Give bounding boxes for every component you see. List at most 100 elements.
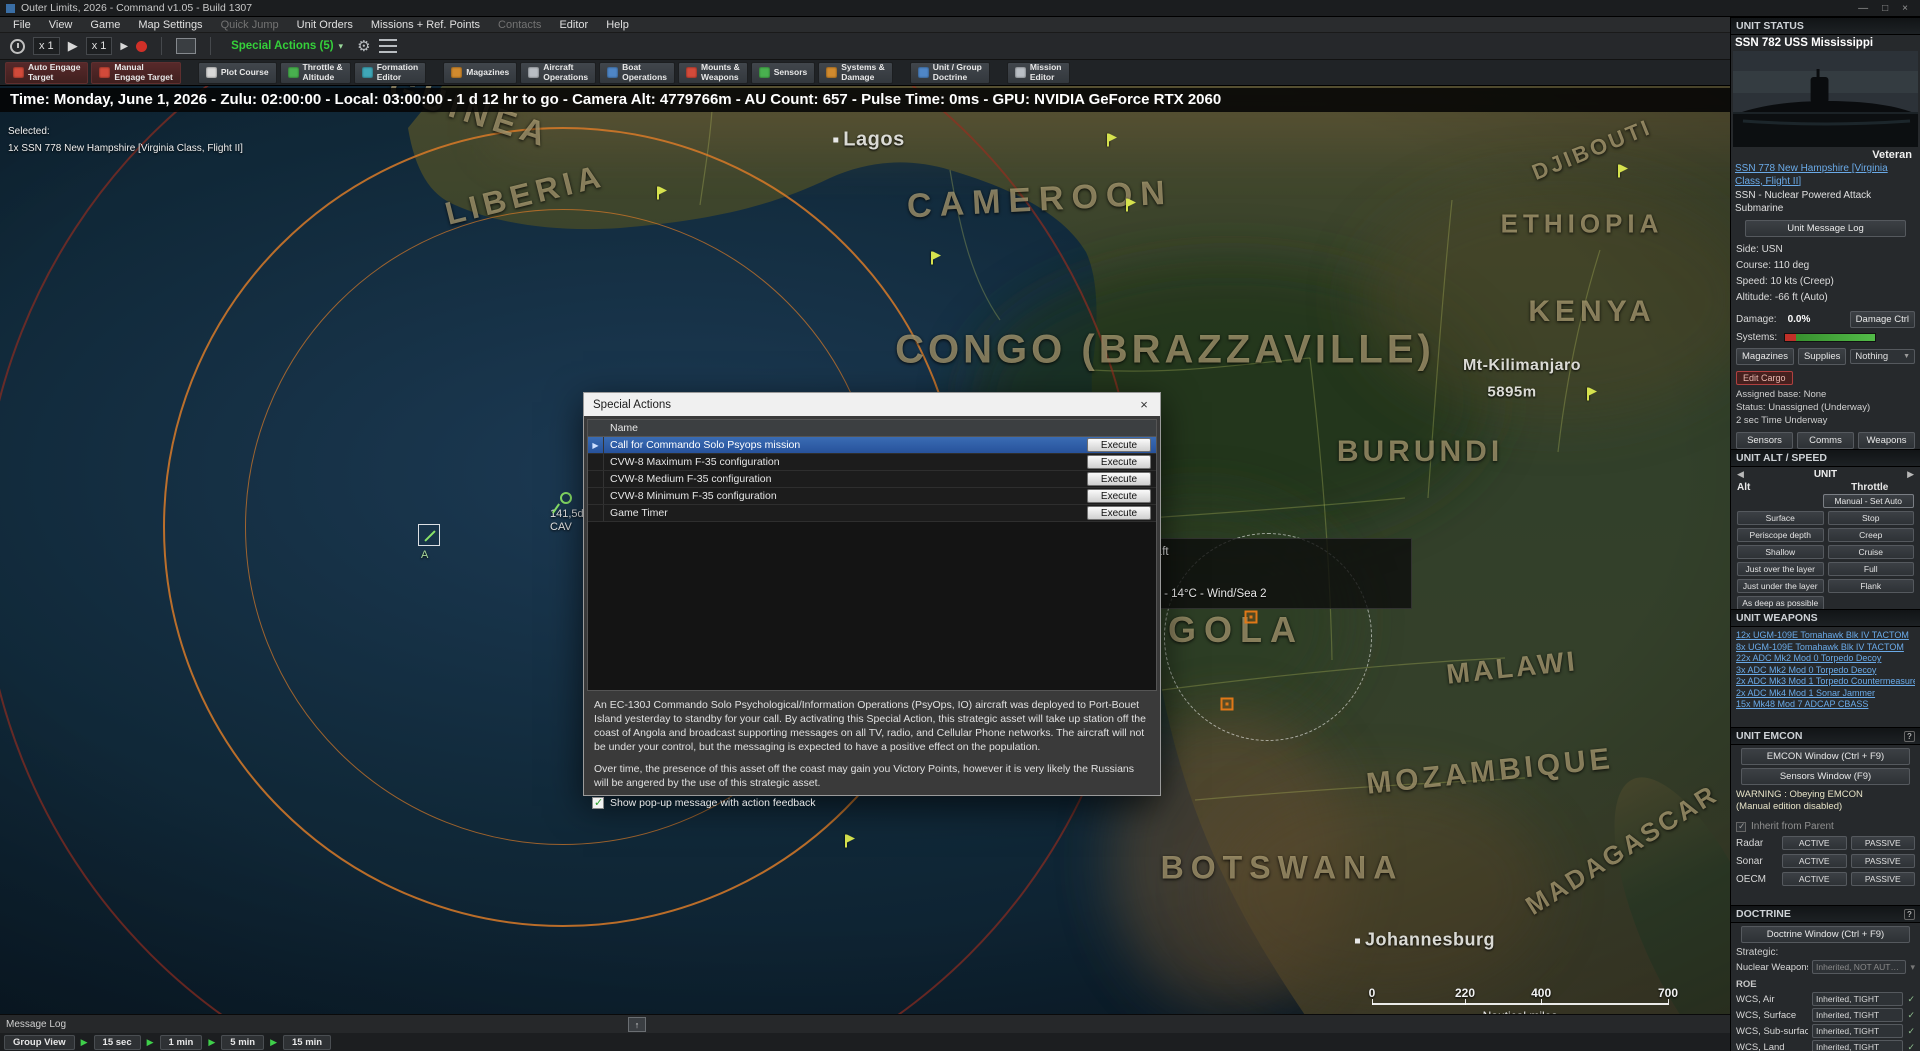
weapon-link[interactable]: 3x ADC Mk2 Mod 0 Torpedo Decoy (1736, 665, 1915, 677)
fast-forward-icon[interactable]: ▶ (120, 41, 128, 52)
play-icon[interactable]: ▶ (81, 1037, 88, 1048)
throttle-button-stop[interactable]: Stop (1828, 511, 1915, 525)
doctrine-value-dropdown[interactable]: Inherited, TIGHT (1812, 992, 1903, 1006)
speed-button-15-min[interactable]: 15 min (283, 1035, 331, 1050)
comms-button[interactable]: Comms (1797, 432, 1854, 449)
edit-cargo-button[interactable]: Edit Cargo (1736, 371, 1793, 385)
special-action-row[interactable]: ▶Call for Commando Solo Psyops missionEx… (588, 437, 1156, 454)
map-unit-flag-icon[interactable] (1587, 388, 1589, 401)
ribbon-unit-group-doctrine[interactable]: Unit / Group Doctrine (910, 62, 990, 84)
doctrine-value-dropdown[interactable]: Inherited, TIGHT (1812, 1024, 1903, 1038)
map-unit-flag-icon[interactable] (1107, 134, 1109, 147)
alt-button-just-under-the-layer[interactable]: Just under the layer (1737, 579, 1824, 593)
map-tool-icon[interactable] (176, 38, 196, 54)
map-unit-flag-icon[interactable] (931, 252, 933, 265)
menu-quick-jump[interactable]: Quick Jump (212, 17, 288, 33)
ribbon-auto-engage-target[interactable]: Auto Engage Target (5, 62, 88, 84)
special-action-row[interactable]: CVW-8 Minimum F-35 configurationExecute (588, 488, 1156, 505)
nuclear-weapons-dropdown[interactable]: Inherited, NOT AUTHORIZED (1812, 960, 1906, 974)
alt-button-shallow[interactable]: Shallow (1737, 545, 1824, 559)
speed-button-1-min[interactable]: 1 min (160, 1035, 203, 1050)
gear-icon[interactable]: ⚙ (357, 37, 370, 55)
maximize-button[interactable]: □ (1882, 3, 1888, 14)
ribbon-boat-operations[interactable]: Boat Operations (599, 62, 675, 84)
map-unit-ownship-icon[interactable]: A (418, 524, 440, 546)
speed-button-15-sec[interactable]: 15 sec (94, 1035, 141, 1050)
alt-button-as-deep-as-possible[interactable]: As deep as possible (1737, 596, 1824, 609)
special-action-row[interactable]: CVW-8 Medium F-35 configurationExecute (588, 471, 1156, 488)
ribbon-mission-editor[interactable]: Mission Editor (1007, 62, 1070, 84)
menu-missions-ref-points[interactable]: Missions + Ref. Points (362, 17, 489, 33)
execute-button[interactable]: Execute (1087, 506, 1151, 520)
execute-button[interactable]: Execute (1087, 455, 1151, 469)
time-compression-value[interactable]: x 1 (33, 37, 60, 55)
menu-editor[interactable]: Editor (550, 17, 597, 33)
ribbon-plot-course[interactable]: Plot Course (198, 62, 277, 84)
ribbon-manual-engage-target[interactable]: Manual Engage Target (91, 62, 180, 84)
doctrine-window-button[interactable]: Doctrine Window (Ctrl + F9) (1741, 926, 1910, 943)
weapon-link[interactable]: 2x ADC Mk4 Mod 1 Sonar Jammer (1736, 688, 1915, 700)
menu-view[interactable]: View (40, 17, 82, 33)
expand-log-arrow-icon[interactable]: ↑ (628, 1017, 646, 1032)
prev-arrow-icon[interactable]: ◀ (1737, 469, 1744, 480)
minimize-button[interactable]: — (1858, 3, 1868, 14)
ribbon-systems-damage[interactable]: Systems & Damage (818, 62, 892, 84)
weapon-link[interactable]: 22x ADC Mk2 Mod 0 Torpedo Decoy (1736, 653, 1915, 665)
map-unit-flag-icon[interactable] (1618, 165, 1620, 178)
play-icon[interactable]: ▶ (68, 38, 78, 54)
menu-contacts[interactable]: Contacts (489, 17, 550, 33)
sliders-icon[interactable] (379, 39, 397, 53)
play-icon[interactable]: ▶ (208, 1037, 215, 1048)
menu-help[interactable]: Help (597, 17, 638, 33)
weapon-link[interactable]: 8x UGM-109E Tomahawk Blk IV TACTOM (1736, 642, 1915, 654)
ribbon-formation-editor[interactable]: Formation Editor (354, 62, 427, 84)
ribbon-sensors[interactable]: Sensors (751, 62, 816, 84)
supplies-dropdown[interactable]: Nothing ▼ (1850, 349, 1915, 364)
ribbon-aircraft-operations[interactable]: Aircraft Operations (520, 62, 596, 84)
passive-button[interactable]: PASSIVE (1851, 854, 1916, 868)
sensors-window-button[interactable]: Sensors Window (F9) (1741, 768, 1910, 785)
throttle-button-creep[interactable]: Creep (1828, 528, 1915, 542)
doctrine-value-dropdown[interactable]: Inherited, TIGHT (1812, 1040, 1903, 1051)
clock-icon[interactable] (10, 39, 25, 54)
manual-set-auto-button[interactable]: Manual - Set Auto (1823, 494, 1915, 508)
dialog-titlebar[interactable]: Special Actions × (584, 393, 1160, 416)
time-compression-value-2[interactable]: x 1 (86, 37, 113, 55)
ribbon-mounts-weapons[interactable]: Mounts & Weapons (678, 62, 748, 84)
map-unit-flag-icon[interactable] (845, 835, 847, 848)
ribbon-magazines[interactable]: Magazines (443, 62, 517, 84)
execute-button[interactable]: Execute (1087, 472, 1151, 486)
message-log-bar[interactable]: Message Log ↑ (0, 1014, 1730, 1033)
sensors-button[interactable]: Sensors (1736, 432, 1793, 449)
close-button[interactable]: × (1902, 3, 1908, 14)
group-view-button[interactable]: Group View (4, 1035, 75, 1050)
speed-button-5-min[interactable]: 5 min (221, 1035, 264, 1050)
weapon-link[interactable]: 12x UGM-109E Tomahawk Blk IV TACTOM (1736, 630, 1915, 642)
alt-button-surface[interactable]: Surface (1737, 511, 1824, 525)
record-icon[interactable] (136, 41, 147, 52)
active-button[interactable]: ACTIVE (1782, 854, 1847, 868)
emcon-window-button[interactable]: EMCON Window (Ctrl + F9) (1741, 748, 1910, 765)
menu-file[interactable]: File (4, 17, 40, 33)
unit-class-link[interactable]: SSN 778 New Hampshire [Virginia Class, F… (1731, 162, 1920, 189)
active-button[interactable]: ACTIVE (1782, 872, 1847, 886)
map-unit-flag-icon[interactable] (657, 187, 659, 200)
alt-button-just-over-the-layer[interactable]: Just over the layer (1737, 562, 1824, 576)
weapons-button[interactable]: Weapons (1858, 432, 1915, 449)
throttle-button-cruise[interactable]: Cruise (1828, 545, 1915, 559)
feedback-checkbox[interactable] (592, 797, 604, 809)
damage-ctrl-button[interactable]: Damage Ctrl (1850, 311, 1915, 328)
doctrine-value-dropdown[interactable]: Inherited, TIGHT (1812, 1008, 1903, 1022)
execute-button[interactable]: Execute (1087, 438, 1151, 452)
ribbon-throttle-altitude[interactable]: Throttle & Altitude (280, 62, 351, 84)
map-unit-hostile-icon[interactable] (1245, 611, 1258, 624)
unit-message-log-button[interactable]: Unit Message Log (1745, 220, 1906, 237)
weapon-link[interactable]: 15x Mk48 Mod 7 ADCAP CBASS (1736, 699, 1915, 711)
execute-button[interactable]: Execute (1087, 489, 1151, 503)
special-actions-button[interactable]: Special Actions (5) ▾ (225, 38, 349, 54)
help-icon[interactable]: ? (1904, 731, 1915, 742)
map-unit-flag-icon[interactable] (1126, 199, 1128, 212)
play-icon[interactable]: ▶ (270, 1037, 277, 1048)
weapon-link[interactable]: 2x ADC Mk3 Mod 1 Torpedo Countermeasure (1736, 676, 1915, 688)
passive-button[interactable]: PASSIVE (1851, 872, 1916, 886)
